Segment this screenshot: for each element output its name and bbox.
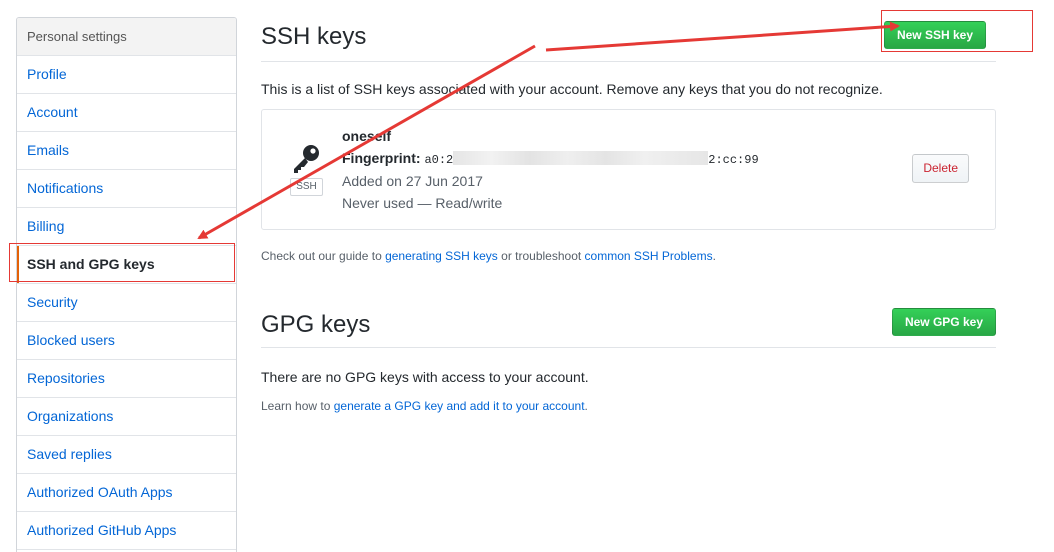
fingerprint-start: a0:2: [424, 153, 454, 167]
settings-sidebar: Personal settings Profile Account Emails…: [16, 17, 237, 552]
generating-ssh-keys-link[interactable]: generating SSH keys: [385, 249, 498, 263]
fingerprint-end: 2:cc:99: [708, 153, 759, 167]
gpg-empty-text: There are no GPG keys with access to you…: [261, 369, 589, 385]
ssh-guide-middle: or troubleshoot: [497, 249, 585, 263]
generate-gpg-key-link[interactable]: generate a GPG key and add it to your ac…: [334, 399, 585, 413]
sidebar-item-saved-replies[interactable]: Saved replies: [17, 436, 236, 474]
sidebar-item-account[interactable]: Account: [17, 94, 236, 132]
sidebar-item-repositories[interactable]: Repositories: [17, 360, 236, 398]
sidebar-header: Personal settings: [17, 18, 236, 56]
ssh-guide-text: Check out our guide to generating SSH ke…: [261, 249, 716, 263]
sidebar-item-organizations[interactable]: Organizations: [17, 398, 236, 436]
gpg-section-header: GPG keys New GPG key: [261, 300, 996, 348]
key-fingerprint: Fingerprint: a0:2 2:cc:99: [342, 150, 759, 167]
ssh-guide-prefix: Check out our guide to: [261, 249, 386, 263]
ssh-key-item: SSH oneself Fingerprint: a0:2 2:cc:99 Add…: [261, 109, 996, 230]
sidebar-item-notifications[interactable]: Notifications: [17, 170, 236, 208]
sidebar-item-profile[interactable]: Profile: [17, 56, 236, 94]
ssh-gpg-keys-highlight: [9, 243, 235, 282]
ssh-keys-title: SSH keys: [261, 23, 367, 50]
ssh-guide-suffix: .: [712, 249, 716, 263]
key-title: oneself: [342, 128, 392, 144]
key-usage: Never used — Read/write: [342, 195, 503, 211]
sidebar-item-github-apps[interactable]: Authorized GitHub Apps: [17, 512, 236, 550]
sidebar-item-emails[interactable]: Emails: [17, 132, 236, 170]
sidebar-item-security[interactable]: Security: [17, 284, 236, 322]
gpg-learn-prefix: Learn how to: [261, 399, 334, 413]
key-icon: [294, 145, 319, 173]
sidebar-item-billing[interactable]: Billing: [17, 208, 236, 246]
common-ssh-problems-link[interactable]: common SSH Problems: [585, 249, 713, 263]
gpg-learn-suffix: .: [584, 399, 588, 413]
sidebar-item-oauth-apps[interactable]: Authorized OAuth Apps: [17, 474, 236, 512]
key-added-date: Added on 27 Jun 2017: [342, 173, 483, 189]
sidebar-item-blocked-users[interactable]: Blocked users: [17, 322, 236, 360]
delete-key-button[interactable]: Delete: [912, 154, 969, 183]
gpg-learn-text: Learn how to generate a GPG key and add …: [261, 399, 588, 413]
ssh-type-label: SSH: [290, 178, 323, 196]
new-ssh-key-highlight: [881, 10, 1033, 52]
ssh-description: This is a list of SSH keys associated wi…: [261, 81, 883, 97]
fingerprint-redaction: [453, 151, 709, 165]
new-gpg-key-button[interactable]: New GPG key: [891, 308, 996, 336]
gpg-keys-title: GPG keys: [261, 311, 371, 338]
fingerprint-label: Fingerprint:: [342, 150, 421, 166]
